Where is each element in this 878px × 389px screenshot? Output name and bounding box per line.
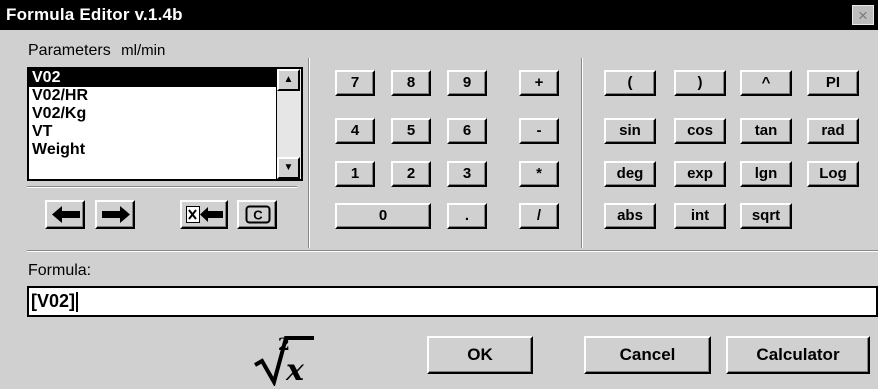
key-minus[interactable]: - <box>519 118 559 144</box>
arrow-left-icon <box>52 206 80 223</box>
key-1[interactable]: 1 <box>335 161 375 187</box>
list-item-v02[interactable]: V02 <box>29 69 277 87</box>
formula-value: [V02] <box>31 291 76 311</box>
parameters-list-items: V02 V02/HR V02/Kg VT Weight <box>29 69 277 179</box>
key-4[interactable]: 4 <box>335 118 375 144</box>
root-x-logo-icon: 2 x <box>254 335 314 386</box>
func-sin[interactable]: sin <box>604 118 656 144</box>
cancel-button[interactable]: Cancel <box>584 336 711 374</box>
key-divide[interactable]: / <box>519 203 559 229</box>
list-item-weight[interactable]: Weight <box>29 141 277 159</box>
list-item-v02-hr[interactable]: V02/HR <box>29 87 277 105</box>
key-3[interactable]: 3 <box>447 161 487 187</box>
title-bar: Formula Editor v.1.4b × <box>0 0 878 30</box>
formula-input[interactable]: [V02] <box>27 286 878 317</box>
text-caret <box>76 292 79 313</box>
clear-icon: C <box>245 205 271 224</box>
delete-back-button[interactable] <box>180 200 228 229</box>
scroll-up-icon[interactable]: ▲ <box>277 69 300 91</box>
move-left-button[interactable] <box>45 200 85 229</box>
window-title: Formula Editor v.1.4b <box>6 5 183 24</box>
svg-text:x: x <box>285 353 305 386</box>
func-exp[interactable]: exp <box>674 161 726 187</box>
clear-button[interactable]: C <box>237 200 277 229</box>
func-abs[interactable]: abs <box>604 203 656 229</box>
func-sqrt[interactable]: sqrt <box>740 203 792 229</box>
func-open-paren[interactable]: ( <box>604 70 656 96</box>
scroll-down-icon[interactable]: ▼ <box>277 157 300 179</box>
separator <box>27 186 297 188</box>
key-6[interactable]: 6 <box>447 118 487 144</box>
key-5[interactable]: 5 <box>391 118 431 144</box>
key-2[interactable]: 2 <box>391 161 431 187</box>
parameters-label-text: Parameters <box>28 42 111 59</box>
key-0[interactable]: 0 <box>335 203 431 229</box>
formula-label: Formula: <box>28 262 92 279</box>
func-int[interactable]: int <box>674 203 726 229</box>
key-8[interactable]: 8 <box>391 70 431 96</box>
func-rad[interactable]: rad <box>807 118 859 144</box>
key-plus[interactable]: + <box>519 70 559 96</box>
list-item-vt[interactable]: VT <box>29 123 277 141</box>
func-deg[interactable]: deg <box>604 161 656 187</box>
separator <box>27 250 878 252</box>
func-log[interactable]: Log <box>807 161 859 187</box>
key-multiply[interactable]: * <box>519 161 559 187</box>
separator <box>308 58 310 248</box>
list-scrollbar[interactable]: ▲ ▼ <box>276 69 301 179</box>
func-power[interactable]: ^ <box>740 70 792 96</box>
formula-editor-window: Formula Editor v.1.4b × Parameters ml/mi… <box>0 0 878 389</box>
list-item-v02-kg[interactable]: V02/Kg <box>29 105 277 123</box>
func-cos[interactable]: cos <box>674 118 726 144</box>
func-pi[interactable]: PI <box>807 70 859 96</box>
func-tan[interactable]: tan <box>740 118 792 144</box>
delete-left-icon <box>186 206 223 223</box>
parameters-unit: ml/min <box>121 42 166 59</box>
calculator-button[interactable]: Calculator <box>726 336 870 374</box>
parameters-listbox[interactable]: V02 V02/HR V02/Kg VT Weight ▲ ▼ <box>27 67 303 181</box>
key-decimal[interactable]: . <box>447 203 487 229</box>
close-button[interactable]: × <box>852 5 874 25</box>
func-lgn[interactable]: lgn <box>740 161 792 187</box>
svg-text:C: C <box>253 208 263 223</box>
separator <box>581 58 583 248</box>
parameters-label: Parameters ml/min <box>28 42 165 60</box>
func-close-paren[interactable]: ) <box>674 70 726 96</box>
key-7[interactable]: 7 <box>335 70 375 96</box>
move-right-button[interactable] <box>95 200 135 229</box>
ok-button[interactable]: OK <box>427 336 533 374</box>
arrow-right-icon <box>102 206 130 223</box>
key-9[interactable]: 9 <box>447 70 487 96</box>
